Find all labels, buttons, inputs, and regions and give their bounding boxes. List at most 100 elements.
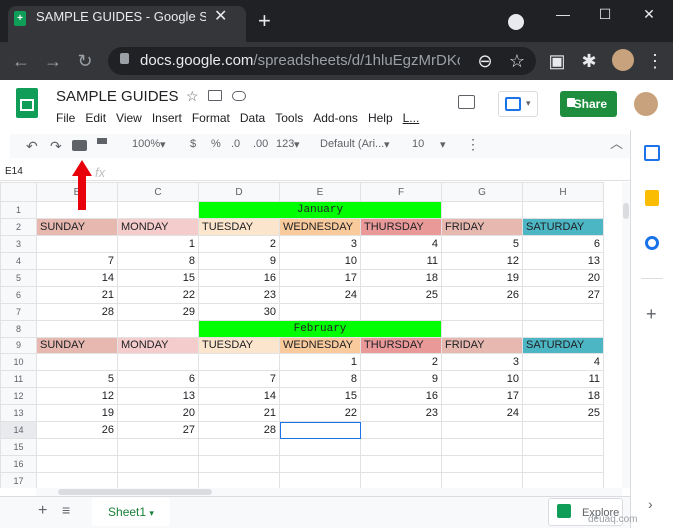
zoom-icon[interactable]: ⊖ <box>474 50 496 72</box>
more-formats-button[interactable]: 123 <box>276 138 294 150</box>
print-icon[interactable] <box>72 140 87 151</box>
cell[interactable]: 11 <box>360 251 442 270</box>
sheet-tab-sheet1[interactable]: Sheet1 ▾ <box>92 498 170 526</box>
vertical-scrollbar[interactable] <box>622 182 630 488</box>
cell[interactable] <box>522 421 604 440</box>
day-header-cell[interactable]: WEDNESDAY <box>279 217 361 236</box>
row-header[interactable]: 8 <box>0 319 37 338</box>
cell[interactable] <box>117 353 199 372</box>
browser-menu-icon[interactable]: ⋮ <box>644 50 666 72</box>
day-header-cell[interactable]: WEDNESDAY <box>279 336 361 355</box>
cell[interactable] <box>117 201 199 219</box>
decrease-decimal-button[interactable]: .0 <box>231 138 240 150</box>
cell[interactable]: 21 <box>198 404 280 423</box>
cell[interactable] <box>522 201 604 219</box>
menu-tools[interactable]: Tools <box>275 111 303 125</box>
row-header[interactable]: 17 <box>0 472 37 488</box>
profile-avatar[interactable] <box>612 49 634 71</box>
cell[interactable]: 14 <box>36 268 118 287</box>
cell[interactable]: 15 <box>279 387 361 406</box>
cell[interactable]: 23 <box>360 404 442 423</box>
expand-panel-icon[interactable]: › <box>648 496 653 512</box>
month-header[interactable]: January <box>198 201 442 219</box>
cell[interactable] <box>522 302 604 321</box>
cell[interactable]: 25 <box>522 404 604 423</box>
cell[interactable]: 3 <box>441 353 523 372</box>
cell[interactable]: 1 <box>279 353 361 372</box>
cell[interactable] <box>441 472 523 488</box>
cell[interactable] <box>441 319 523 338</box>
row-header[interactable]: 15 <box>0 438 37 457</box>
cell[interactable]: 6 <box>522 234 604 253</box>
present-button[interactable]: ▾ <box>498 91 538 117</box>
currency-format-button[interactable]: $ <box>190 138 196 150</box>
cell[interactable] <box>198 353 280 372</box>
cell[interactable] <box>36 319 118 338</box>
cell[interactable]: 20 <box>117 404 199 423</box>
row-header[interactable]: 14 <box>0 421 37 440</box>
cell[interactable] <box>441 302 523 321</box>
undo-icon[interactable]: ↶ <box>26 138 38 155</box>
keep-icon[interactable] <box>645 190 659 206</box>
cell[interactable]: 12 <box>441 251 523 270</box>
cell[interactable]: 17 <box>279 268 361 287</box>
cell[interactable]: 13 <box>117 387 199 406</box>
cell[interactable] <box>360 455 442 473</box>
cell[interactable]: 9 <box>360 370 442 389</box>
cell[interactable]: 4 <box>360 234 442 253</box>
all-sheets-icon[interactable]: ≡ <box>62 502 70 518</box>
cell[interactable] <box>198 472 280 488</box>
cell[interactable] <box>279 302 361 321</box>
cell[interactable]: 6 <box>117 370 199 389</box>
cell[interactable]: 12 <box>36 387 118 406</box>
row-header[interactable]: 12 <box>0 387 37 406</box>
cell[interactable]: 2 <box>198 234 280 253</box>
day-header-cell[interactable]: FRIDAY <box>441 336 523 355</box>
column-header-e[interactable]: E <box>279 182 361 202</box>
cell[interactable]: 25 <box>360 285 442 304</box>
menu-file[interactable]: File <box>56 111 75 125</box>
forward-icon[interactable]: → <box>42 50 64 72</box>
back-icon[interactable]: ← <box>10 50 32 72</box>
cell[interactable] <box>279 455 361 473</box>
cell[interactable]: 14 <box>198 387 280 406</box>
url-text[interactable]: docs.google.com/spreadsheets/d/1hluEgzMr… <box>140 52 460 69</box>
present-dropdown-icon[interactable]: ▾ <box>526 98 531 109</box>
sheet-tab-menu-icon[interactable]: ▾ <box>149 508 154 518</box>
day-header-cell[interactable]: SATURDAY <box>522 336 604 355</box>
row-header[interactable]: 10 <box>0 353 37 372</box>
cell[interactable]: 19 <box>36 404 118 423</box>
cell[interactable] <box>522 438 604 457</box>
row-header[interactable]: 16 <box>0 455 37 473</box>
cell[interactable]: 16 <box>360 387 442 406</box>
paint-format-icon[interactable] <box>97 138 107 144</box>
selected-cell[interactable] <box>279 421 361 440</box>
cell[interactable]: 16 <box>198 268 280 287</box>
cell[interactable]: 18 <box>522 387 604 406</box>
day-header-cell[interactable]: MONDAY <box>117 336 199 355</box>
tasks-icon[interactable] <box>645 236 659 250</box>
menu-view[interactable]: View <box>116 111 142 125</box>
horizontal-scroll-thumb[interactable] <box>58 489 212 495</box>
menu-addons[interactable]: Add-ons <box>313 111 358 125</box>
increase-decimal-button[interactable]: .00 <box>253 138 268 150</box>
cell[interactable] <box>198 455 280 473</box>
cell[interactable] <box>117 319 199 338</box>
new-tab-button[interactable]: + <box>258 10 271 32</box>
cell[interactable]: 30 <box>198 302 280 321</box>
star-icon[interactable]: ☆ <box>186 88 199 105</box>
cell[interactable] <box>522 455 604 473</box>
cell[interactable]: 20 <box>522 268 604 287</box>
day-header-cell[interactable]: TUESDAY <box>198 217 280 236</box>
menu-data[interactable]: Data <box>240 111 265 125</box>
row-header[interactable]: 7 <box>0 302 37 321</box>
zoom-dropdown-icon[interactable]: ▾ <box>160 138 166 151</box>
cell[interactable] <box>360 302 442 321</box>
window-close-button[interactable]: ✕ <box>634 6 664 23</box>
menu-last-edit[interactable]: L... <box>403 111 420 125</box>
cell[interactable]: 10 <box>441 370 523 389</box>
font-size-select[interactable]: 10 <box>412 138 424 150</box>
cell[interactable]: 17 <box>441 387 523 406</box>
cell[interactable] <box>360 438 442 457</box>
cell[interactable]: 24 <box>279 285 361 304</box>
